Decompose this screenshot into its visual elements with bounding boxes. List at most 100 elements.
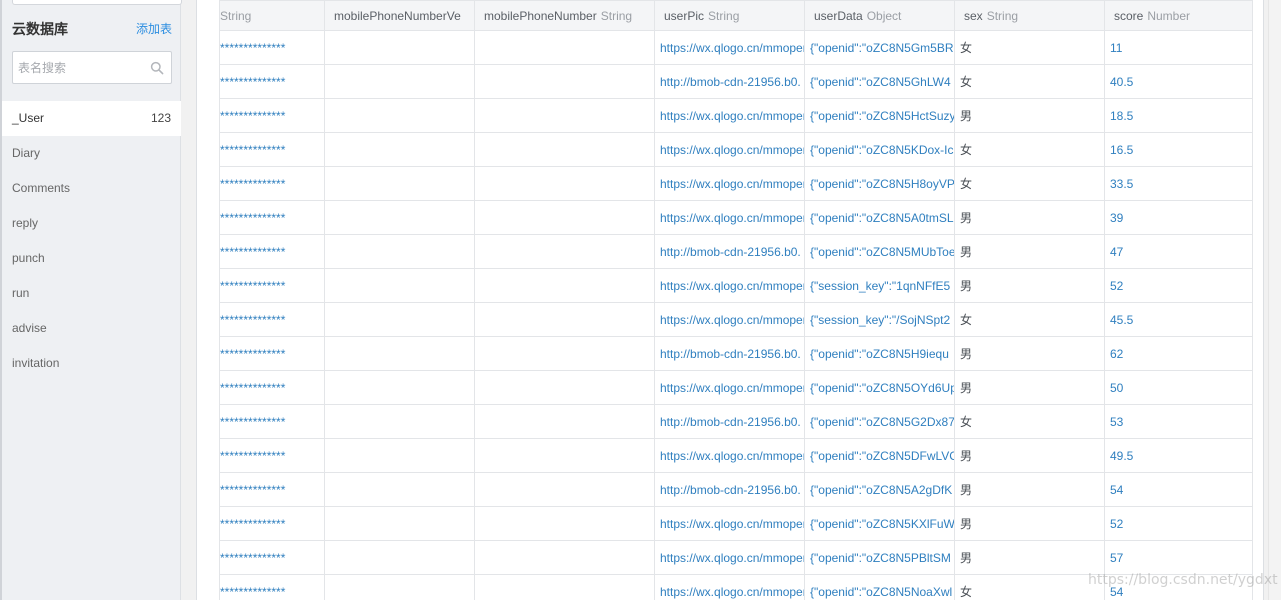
table-search-box[interactable] bbox=[12, 51, 172, 84]
table-cell[interactable]: 女 bbox=[954, 30, 1105, 65]
table-cell[interactable]: https://wx.qlogo.cn/mmopen bbox=[654, 574, 805, 600]
table-cell[interactable]: ************** bbox=[219, 98, 325, 133]
table-cell[interactable]: {"session_key":"1qnNFfE5 bbox=[804, 268, 955, 303]
table-cell[interactable]: {"openid":"oZC8N5GhLW4 bbox=[804, 64, 955, 99]
sidebar-item-reply[interactable]: reply bbox=[2, 206, 181, 241]
table-cell[interactable] bbox=[324, 336, 475, 371]
table-cell[interactable]: ************** bbox=[219, 506, 325, 541]
table-cell[interactable] bbox=[474, 200, 655, 235]
table-cell[interactable]: ************** bbox=[219, 234, 325, 269]
table-cell[interactable] bbox=[474, 98, 655, 133]
table-cell[interactable]: ************** bbox=[219, 64, 325, 99]
table-row[interactable]: ************** https://wx.qlogo.cn/mmopen… bbox=[219, 438, 1253, 473]
column-header[interactable]: mobilePhoneNumber String bbox=[474, 0, 655, 31]
sidebar-item-comments[interactable]: Comments bbox=[2, 171, 181, 206]
table-cell[interactable] bbox=[474, 438, 655, 473]
table-cell[interactable]: {"openid":"oZC8N5H8oyVP bbox=[804, 166, 955, 201]
table-cell[interactable]: 男 bbox=[954, 200, 1105, 235]
vertical-scrollbar[interactable] bbox=[1268, 0, 1281, 600]
table-cell[interactable]: 57 bbox=[1104, 540, 1253, 575]
table-cell[interactable]: https://wx.qlogo.cn/mmopen bbox=[654, 166, 805, 201]
table-row[interactable]: ************** https://wx.qlogo.cn/mmopen… bbox=[219, 506, 1253, 541]
table-cell[interactable] bbox=[474, 234, 655, 269]
sidebar-item-diary[interactable]: Diary bbox=[2, 136, 181, 171]
table-cell[interactable]: {"openid":"oZC8N5MUbToe bbox=[804, 234, 955, 269]
table-cell[interactable]: 男 bbox=[954, 540, 1105, 575]
table-cell[interactable] bbox=[324, 166, 475, 201]
table-cell[interactable]: https://wx.qlogo.cn/mmopen bbox=[654, 268, 805, 303]
table-cell[interactable]: ************** bbox=[219, 540, 325, 575]
table-row[interactable]: ************** https://wx.qlogo.cn/mmopen… bbox=[219, 370, 1253, 405]
table-row[interactable]: ************** http://bmob-cdn-21956.b0.{… bbox=[219, 64, 1253, 99]
column-header[interactable]: userPic String bbox=[654, 0, 805, 31]
table-cell[interactable]: https://wx.qlogo.cn/mmopen bbox=[654, 98, 805, 133]
column-header[interactable]: userData Object bbox=[804, 0, 955, 31]
table-cell[interactable] bbox=[324, 438, 475, 473]
table-cell[interactable] bbox=[474, 336, 655, 371]
column-header[interactable]: String bbox=[219, 0, 325, 31]
table-cell[interactable] bbox=[324, 302, 475, 337]
table-cell[interactable]: 62 bbox=[1104, 336, 1253, 371]
table-cell[interactable]: 11 bbox=[1104, 30, 1253, 65]
table-cell[interactable]: 女 bbox=[954, 302, 1105, 337]
table-cell[interactable]: http://bmob-cdn-21956.b0. bbox=[654, 64, 805, 99]
table-cell[interactable]: 女 bbox=[954, 166, 1105, 201]
table-cell[interactable]: 52 bbox=[1104, 268, 1253, 303]
table-cell[interactable]: {"openid":"oZC8N5H9iequ bbox=[804, 336, 955, 371]
table-cell[interactable] bbox=[474, 540, 655, 575]
table-cell[interactable] bbox=[324, 540, 475, 575]
table-cell[interactable]: https://wx.qlogo.cn/mmopen bbox=[654, 540, 805, 575]
sidebar-item-run[interactable]: run bbox=[2, 276, 181, 311]
table-cell[interactable]: {"openid":"oZC8N5HctSuzy bbox=[804, 98, 955, 133]
table-cell[interactable]: ************** bbox=[219, 336, 325, 371]
table-cell[interactable] bbox=[324, 574, 475, 600]
table-cell[interactable] bbox=[324, 64, 475, 99]
table-cell[interactable] bbox=[474, 132, 655, 167]
table-row[interactable]: ************** http://bmob-cdn-21956.b0.{… bbox=[219, 234, 1253, 269]
table-row[interactable]: ************** http://bmob-cdn-21956.b0.{… bbox=[219, 404, 1253, 439]
table-cell[interactable] bbox=[474, 302, 655, 337]
table-cell[interactable] bbox=[324, 268, 475, 303]
table-cell[interactable]: ************** bbox=[219, 200, 325, 235]
table-cell[interactable] bbox=[324, 30, 475, 65]
table-cell[interactable]: https://wx.qlogo.cn/mmopen bbox=[654, 370, 805, 405]
table-cell[interactable]: 男 bbox=[954, 506, 1105, 541]
table-cell[interactable]: ************** bbox=[219, 166, 325, 201]
table-cell[interactable]: 16.5 bbox=[1104, 132, 1253, 167]
table-cell[interactable]: ************** bbox=[219, 574, 325, 600]
table-cell[interactable]: https://wx.qlogo.cn/mmopen bbox=[654, 200, 805, 235]
sidebar-item-user[interactable]: _User 123 bbox=[2, 101, 181, 136]
table-cell[interactable] bbox=[324, 132, 475, 167]
table-cell[interactable]: ************** bbox=[219, 438, 325, 473]
table-cell[interactable]: 52 bbox=[1104, 506, 1253, 541]
table-row[interactable]: ************** https://wx.qlogo.cn/mmopen… bbox=[219, 540, 1253, 575]
table-cell[interactable]: http://bmob-cdn-21956.b0. bbox=[654, 472, 805, 507]
table-cell[interactable]: 54 bbox=[1104, 472, 1253, 507]
column-header[interactable]: score Number bbox=[1104, 0, 1253, 31]
table-cell[interactable] bbox=[474, 64, 655, 99]
table-cell[interactable]: 47 bbox=[1104, 234, 1253, 269]
table-cell[interactable]: {"session_key":"/SojNSpt2 bbox=[804, 302, 955, 337]
table-cell[interactable]: http://bmob-cdn-21956.b0. bbox=[654, 404, 805, 439]
table-cell[interactable]: {"openid":"oZC8N5DFwLVC bbox=[804, 438, 955, 473]
table-cell[interactable]: https://wx.qlogo.cn/mmopen bbox=[654, 506, 805, 541]
table-cell[interactable]: ************** bbox=[219, 132, 325, 167]
table-cell[interactable]: http://bmob-cdn-21956.b0. bbox=[654, 234, 805, 269]
table-row[interactable]: ************** https://wx.qlogo.cn/mmopen… bbox=[219, 166, 1253, 201]
table-cell[interactable]: 49.5 bbox=[1104, 438, 1253, 473]
table-cell[interactable] bbox=[474, 574, 655, 600]
table-cell[interactable]: {"openid":"oZC8N5NoaXwl bbox=[804, 574, 955, 600]
table-cell[interactable]: https://wx.qlogo.cn/mmopen bbox=[654, 132, 805, 167]
table-cell[interactable] bbox=[474, 472, 655, 507]
table-cell[interactable]: 男 bbox=[954, 472, 1105, 507]
column-header[interactable]: sex String bbox=[954, 0, 1105, 31]
table-cell[interactable]: 男 bbox=[954, 234, 1105, 269]
table-cell[interactable]: http://bmob-cdn-21956.b0. bbox=[654, 336, 805, 371]
table-cell[interactable]: 50 bbox=[1104, 370, 1253, 405]
sidebar-item-invitation[interactable]: invitation bbox=[2, 346, 181, 381]
table-cell[interactable] bbox=[324, 370, 475, 405]
table-cell[interactable]: 男 bbox=[954, 438, 1105, 473]
table-cell[interactable]: 女 bbox=[954, 574, 1105, 600]
add-table-link[interactable]: 添加表 bbox=[136, 20, 172, 37]
table-cell[interactable]: 男 bbox=[954, 268, 1105, 303]
